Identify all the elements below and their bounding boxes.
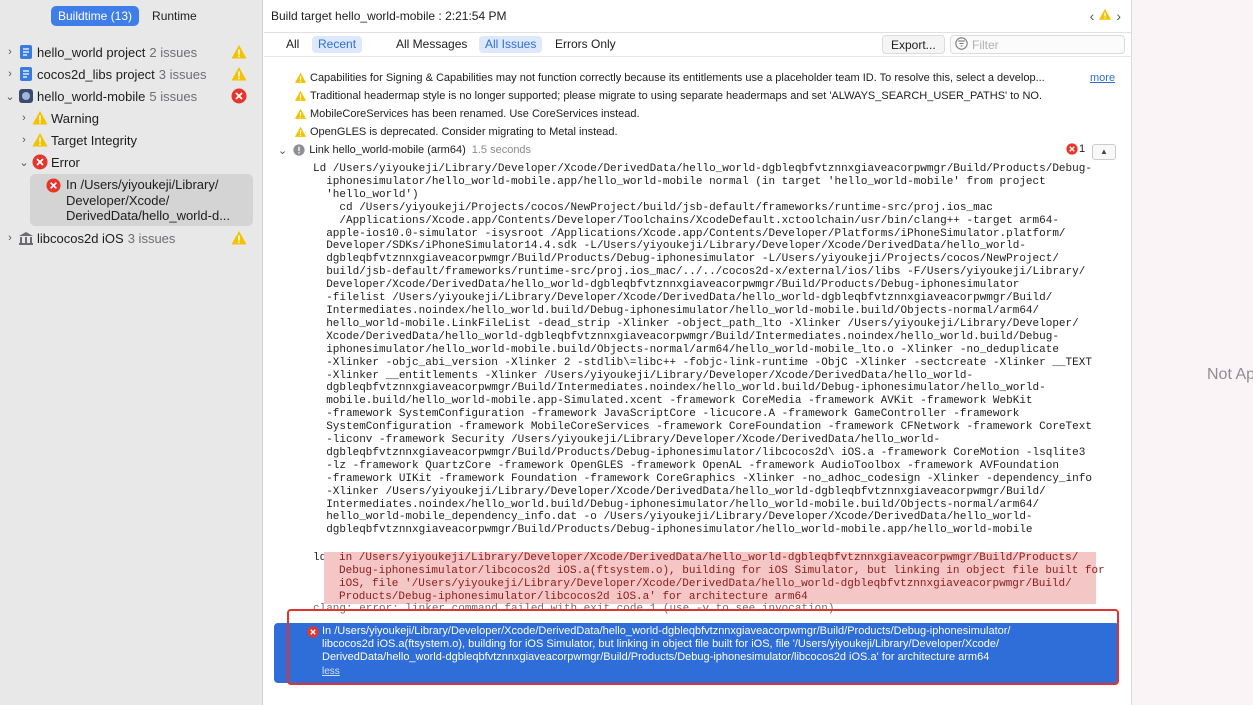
chevron-down-icon[interactable]: ⌄ [4, 90, 16, 103]
tab-buildtime[interactable]: Buildtime (13) [51, 6, 140, 26]
error-circle-icon [307, 626, 320, 639]
warning-triangle-icon[interactable] [1098, 8, 1112, 24]
tree-group-warning[interactable]: › Warning [0, 107, 263, 129]
tree-item-libcocos2d-ios[interactable]: › libcocos2d iOS 3 issues [0, 227, 263, 249]
warning-triangle-icon [31, 109, 49, 127]
inspector-placeholder: Not Ap [1207, 366, 1253, 383]
log-header: Build target hello_world-mobile : 2:21:5… [264, 0, 1131, 33]
less-link[interactable]: less [322, 666, 340, 677]
warning-text: OpenGLES is deprecated. Consider migrati… [310, 126, 618, 138]
app-target-icon [17, 87, 35, 105]
info-circle-icon [293, 144, 305, 156]
warning-triangle-icon [294, 72, 307, 84]
library-building-icon [17, 229, 35, 247]
tree-item-label: hello_world project [37, 44, 146, 60]
chevron-left-icon[interactable]: ‹ [1090, 8, 1095, 24]
filter-bar: All Recent All Messages All Issues Error… [264, 33, 1131, 57]
warning-triangle-icon [231, 66, 247, 82]
chevron-right-icon[interactable]: › [18, 112, 30, 124]
tree-item-label: Warning [51, 110, 99, 126]
link-command-log: Ld /Users/yiyoukeji/Library/Developer/Xc… [313, 163, 1092, 537]
warning-row[interactable]: MobileCoreServices has been renamed. Use… [294, 105, 640, 123]
build-title: Build target hello_world-mobile : 2:21:5… [271, 9, 507, 23]
build-log-panel: Build target hello_world-mobile : 2:21:5… [264, 0, 1131, 705]
issue-count: 3 issues [127, 230, 176, 246]
ld-error-message[interactable]: in /Users/yiyoukeji/Library/Developer/Xc… [324, 552, 1105, 604]
chevron-right-icon[interactable]: › [18, 134, 30, 146]
xcode-project-icon [17, 43, 35, 61]
chevron-right-icon[interactable]: › [1116, 8, 1121, 24]
more-link[interactable]: more [1090, 72, 1115, 84]
issue-count: 2 issues [149, 44, 198, 60]
tree-group-target-integrity[interactable]: › Target Integrity [0, 129, 263, 151]
export-button[interactable]: Export... [882, 35, 945, 54]
xcode-project-icon [17, 65, 35, 83]
warning-row[interactable]: OpenGLES is deprecated. Consider migrati… [294, 123, 618, 141]
selected-issue-text: In /Users/yiyoukeji/Library/ Developer/X… [66, 177, 231, 223]
warning-triangle-icon [231, 230, 247, 246]
tree-item-label: hello_world-mobile [37, 88, 146, 104]
tree-item-cocos2d-libs-project[interactable]: › cocos2d_libs project 3 issues [0, 63, 263, 85]
warning-row[interactable]: Traditional headermap style is no longer… [294, 87, 1042, 105]
filter-input[interactable] [972, 37, 1112, 52]
chevron-right-icon[interactable]: › [4, 68, 16, 80]
chevron-down-icon[interactable]: ⌄ [18, 156, 30, 169]
error-circle-icon [31, 153, 49, 171]
warning-triangle-icon [231, 44, 247, 60]
issue-nav-controls: ‹ › [1090, 8, 1121, 24]
error-circle-icon [231, 88, 247, 104]
warning-triangle-icon [294, 90, 307, 102]
inspector-panel: Not Ap [1131, 0, 1253, 705]
tree-item-hello-world-mobile[interactable]: ⌄ hello_world-mobile 5 issues [0, 85, 263, 107]
clang-error-line: clang: error: linker command failed with… [313, 603, 835, 615]
filter-errors-only[interactable]: Errors Only [549, 36, 622, 53]
warning-triangle-icon [31, 131, 49, 149]
link-step-row[interactable]: ⌄ Link hello_world-mobile (arm64) 1.5 se… [278, 142, 531, 158]
link-step-label: Link hello_world-mobile (arm64) [309, 144, 466, 156]
tree-group-error[interactable]: ⌄ Error [0, 151, 263, 173]
tree-item-label: Target Integrity [51, 132, 137, 148]
filter-recent[interactable]: Recent [312, 36, 363, 53]
warning-triangle-icon [294, 126, 307, 138]
tree-item-label: Error [51, 154, 80, 170]
filter-all-issues[interactable]: All Issues [479, 36, 543, 53]
filter-icon [955, 36, 968, 53]
tree-item-label: libcocos2d iOS [37, 230, 124, 246]
issue-count: 3 issues [158, 66, 207, 82]
selected-issue-message: In /Users/yiyoukeji/Library/Developer/Xc… [322, 625, 1011, 663]
filter-field[interactable] [950, 35, 1125, 54]
navigator-tabs: Buildtime (13) Runtime [0, 0, 262, 32]
filter-all[interactable]: All [280, 36, 305, 53]
error-circle-icon [46, 178, 61, 193]
filter-all-messages[interactable]: All Messages [390, 36, 473, 53]
tree-item-label: cocos2d_libs project [37, 66, 155, 82]
step-error-count: 1 [1079, 143, 1086, 155]
warning-row[interactable]: Capabilities for Signing & Capabilities … [294, 69, 1045, 87]
selected-issue-row[interactable]: In /Users/yiyoukeji/Library/Developer/Xc… [274, 623, 1119, 683]
collapse-transcript-button[interactable]: ▲ [1092, 144, 1116, 160]
issue-count: 5 issues [149, 88, 198, 104]
warning-triangle-icon [294, 108, 307, 120]
warning-text: Capabilities for Signing & Capabilities … [310, 72, 1045, 84]
tree-item-hello-world-project[interactable]: › hello_world project 2 issues [0, 41, 263, 63]
chevron-right-icon[interactable]: › [4, 232, 16, 244]
tab-runtime[interactable]: Runtime [145, 6, 204, 26]
chevron-right-icon[interactable]: › [4, 46, 16, 58]
step-error-badge: 1 [1066, 143, 1085, 155]
tree-item-selected-issue[interactable]: In /Users/yiyoukeji/Library/ Developer/X… [30, 174, 253, 226]
error-circle-icon [1066, 143, 1078, 155]
warning-text: MobileCoreServices has been renamed. Use… [310, 108, 640, 120]
issue-navigator: Buildtime (13) Runtime › hello_world pro… [0, 0, 263, 705]
chevron-down-icon[interactable]: ⌄ [278, 144, 287, 157]
link-step-elapsed: 1.5 seconds [471, 144, 532, 156]
warning-text: Traditional headermap style is no longer… [310, 90, 1042, 102]
